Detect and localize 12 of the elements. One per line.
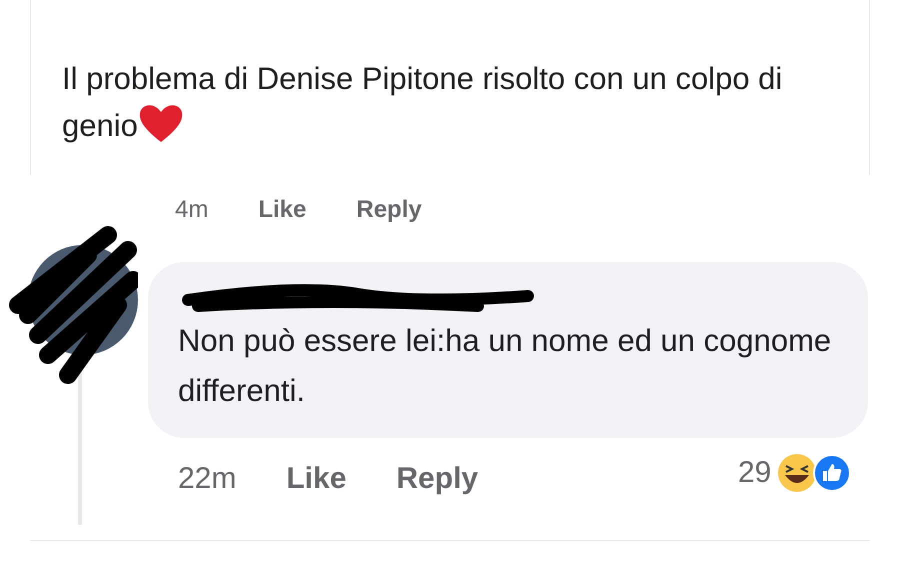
action-link[interactable]: Like: [286, 456, 346, 501]
timestamp: 4m: [175, 195, 208, 225]
comment-text: Non può essere lei:ha un nome ed un cognome differenti.: [178, 322, 832, 410]
avatar-icon: [8, 225, 138, 385]
action-link[interactable]: Reply: [396, 456, 478, 501]
laughing-emoji-icon: [777, 452, 818, 492]
like-icon: [813, 454, 852, 492]
reaction-count: 29: [738, 455, 772, 491]
action-link[interactable]: Reply: [356, 192, 422, 228]
post-text: Il problema di Denise Pipitone risolto con un colpo di genio: [62, 60, 784, 146]
timestamp: 22m: [178, 461, 236, 497]
action-link[interactable]: Like: [258, 192, 306, 228]
